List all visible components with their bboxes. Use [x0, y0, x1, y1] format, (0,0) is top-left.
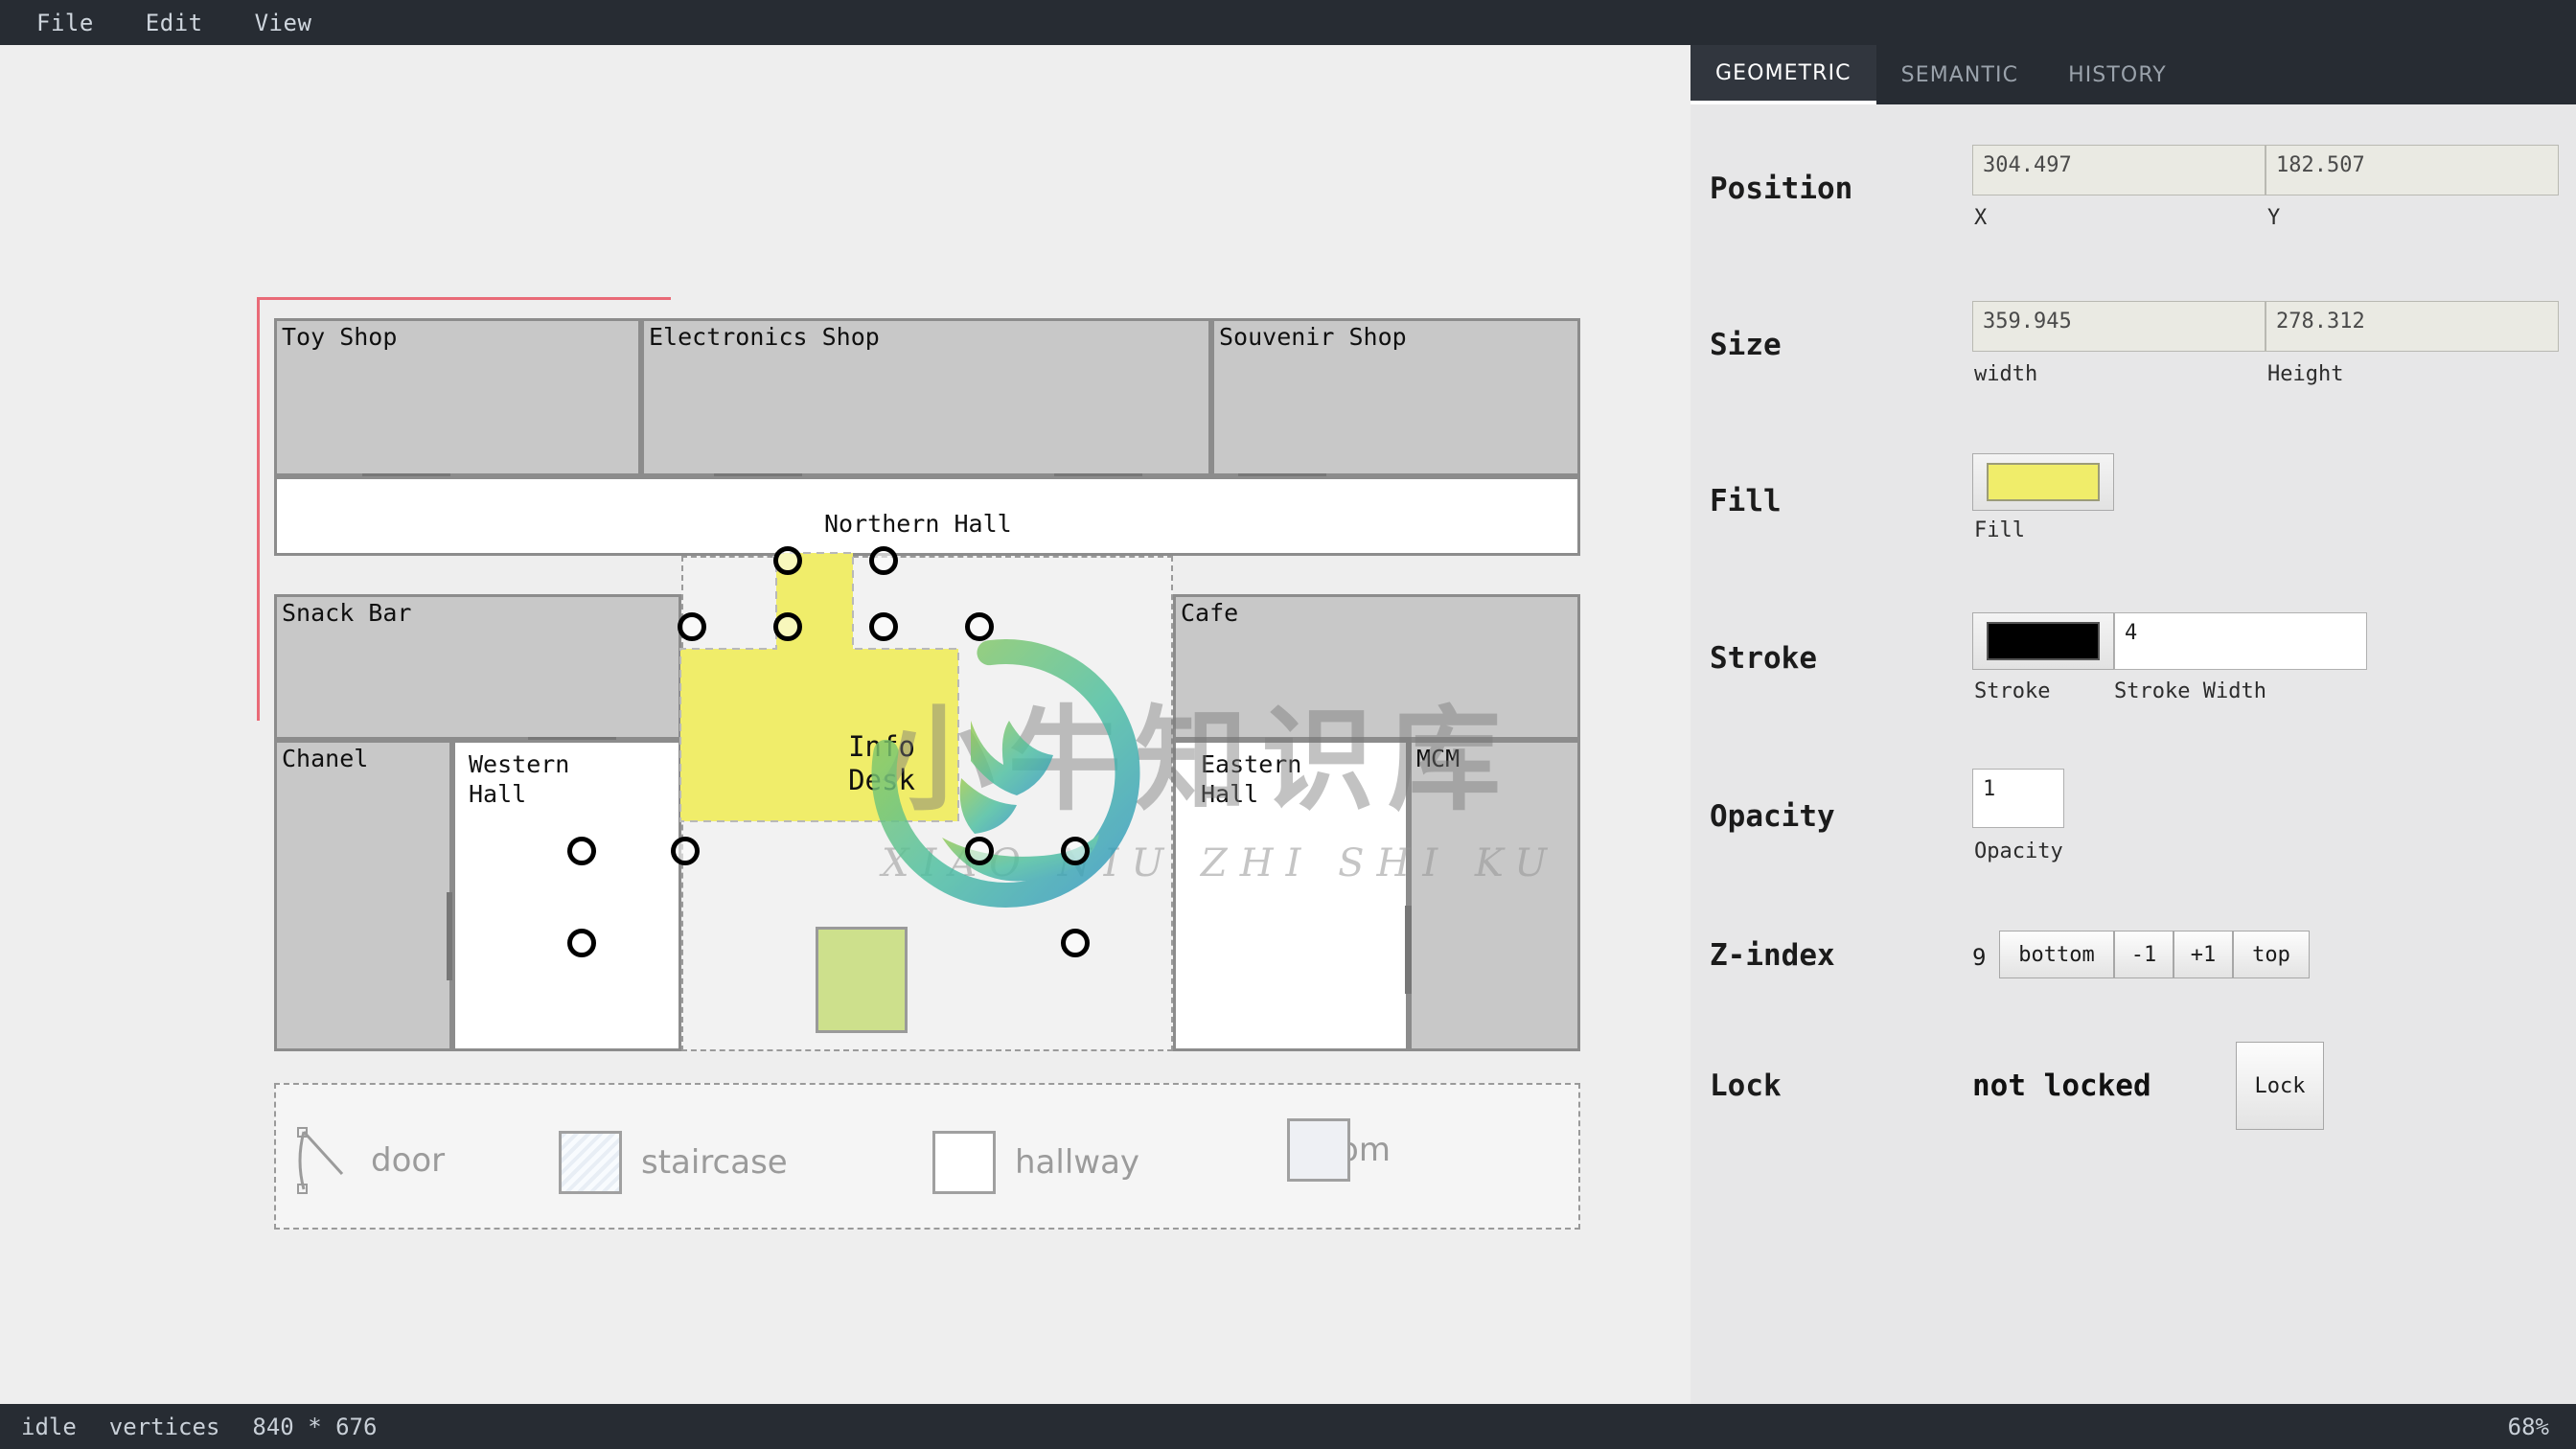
selection-handle-n1[interactable] [773, 546, 802, 575]
stroke-width-input[interactable]: 4 [2114, 612, 2367, 670]
menu-bar: File Edit View [0, 0, 2576, 45]
selection-handle-n2[interactable] [869, 546, 898, 575]
properties-panel: GEOMETRIC SEMANTIC HISTORY Position 304.… [1690, 45, 2576, 1404]
status-zoom-level: 68% [2507, 1413, 2549, 1440]
room-electronics-shop[interactable] [641, 318, 1211, 476]
legend-label-hallway: hallway [1015, 1143, 1140, 1182]
selection-handle-w2[interactable] [773, 612, 802, 641]
position-x-label: X [1974, 206, 1988, 230]
hall-eastern[interactable] [1173, 740, 1409, 1051]
stroke-color-swatch [1987, 622, 2100, 660]
lock-state-text: not locked [1972, 1069, 2151, 1103]
property-row-stroke: Stroke 4 Stroke Stroke Width [1690, 593, 2576, 703]
lock-button[interactable]: Lock [2236, 1042, 2324, 1130]
room-snack-bar[interactable] [274, 594, 681, 740]
selection-handle-sw[interactable] [567, 929, 596, 957]
selection-handle-se[interactable] [1061, 929, 1090, 957]
door-mcm [1405, 906, 1412, 994]
room-chanel[interactable] [274, 740, 452, 1051]
status-mode: idle [21, 1413, 77, 1440]
legend-label-staircase: staircase [641, 1143, 788, 1182]
size-height-label: Height [2267, 362, 2344, 386]
legend-item-room: room [1287, 1118, 1391, 1182]
selection-handle-sw-in[interactable] [671, 837, 700, 865]
fill-label: Fill [1974, 518, 2025, 542]
lock-title: Lock [1710, 1069, 1782, 1103]
opacity-input[interactable]: 1 [1972, 769, 2064, 828]
staircase-shape[interactable] [816, 927, 908, 1033]
stroke-label: Stroke [1974, 679, 2051, 703]
guide-line-top [257, 297, 671, 300]
legend-item-staircase: staircase [559, 1131, 788, 1194]
opacity-label: Opacity [1974, 840, 2063, 863]
tab-semantic[interactable]: SEMANTIC [1876, 45, 2043, 104]
hallway-swatch-icon [932, 1131, 996, 1194]
property-row-lock: Lock not locked Lock [1690, 1032, 2576, 1138]
door-arc-icon [297, 1127, 344, 1194]
property-row-size: Size 359.945 278.312 width Height [1690, 280, 2576, 386]
legend-label-door: door [371, 1141, 446, 1180]
selection-handle-e1[interactable] [965, 612, 994, 641]
tab-geometric[interactable]: GEOMETRIC [1690, 45, 1876, 104]
staircase-swatch-icon [559, 1131, 622, 1194]
status-dimensions: 840 * 676 [252, 1413, 378, 1440]
legend-item-hallway: hallway [932, 1131, 1139, 1194]
position-title: Position [1710, 172, 1853, 206]
property-row-opacity: Opacity 1 Opacity [1690, 751, 2576, 863]
zindex-top-button[interactable]: top [2233, 931, 2310, 978]
room-swatch-icon [1287, 1118, 1350, 1182]
room-cafe[interactable] [1173, 594, 1580, 740]
position-y-label: Y [2267, 206, 2281, 230]
menu-item-file[interactable]: File [36, 10, 94, 36]
property-row-zindex: Z-index 9 bottom -1 +1 top [1690, 909, 2576, 996]
zindex-decrement-button[interactable]: -1 [2114, 931, 2174, 978]
hall-western[interactable] [452, 740, 681, 1051]
opacity-title: Opacity [1710, 799, 1835, 834]
menu-item-edit[interactable]: Edit [146, 10, 203, 36]
tab-history[interactable]: HISTORY [2043, 45, 2192, 104]
stroke-width-label: Stroke Width [2114, 679, 2266, 703]
stroke-title: Stroke [1710, 641, 1817, 676]
property-row-position: Position 304.497 182.507 X Y [1690, 124, 2576, 230]
stroke-color-button[interactable] [1972, 612, 2114, 670]
position-x-input[interactable]: 304.497 [1972, 145, 2266, 196]
selection-handle-se-in[interactable] [965, 837, 994, 865]
property-row-fill: Fill Fill [1690, 436, 2576, 542]
panel-tabbar: GEOMETRIC SEMANTIC HISTORY [1690, 45, 2576, 104]
room-toy-shop[interactable] [274, 318, 641, 476]
zindex-bottom-button[interactable]: bottom [1999, 931, 2114, 978]
floorplan-canvas[interactable]: Toy Shop Electronics Shop Souvenir Shop … [0, 45, 1690, 1404]
fill-color-button[interactable] [1972, 453, 2114, 511]
room-souvenir-shop[interactable] [1211, 318, 1580, 476]
position-y-input[interactable]: 182.507 [2266, 145, 2559, 196]
size-width-label: width [1974, 362, 2038, 386]
selection-handle-e2[interactable] [869, 612, 898, 641]
size-height-input[interactable]: 278.312 [2266, 301, 2559, 352]
status-bar: idle vertices 840 * 676 68% [0, 1404, 2576, 1449]
zindex-title: Z-index [1710, 938, 1835, 973]
status-left-group: idle vertices 840 * 676 [0, 1414, 409, 1440]
fill-title: Fill [1710, 484, 1782, 518]
selection-handle-se-mid[interactable] [1061, 837, 1090, 865]
size-width-input[interactable]: 359.945 [1972, 301, 2266, 352]
zindex-increment-button[interactable]: +1 [2174, 931, 2233, 978]
guide-line-left [257, 297, 260, 721]
size-title: Size [1710, 328, 1782, 362]
fill-color-swatch [1987, 463, 2100, 501]
watermark-bull-logo-icon [871, 639, 1140, 908]
selection-handle-sw-mid[interactable] [567, 837, 596, 865]
selection-handle-w1[interactable] [678, 612, 706, 641]
status-metric-label: vertices [108, 1413, 220, 1440]
menu-item-view[interactable]: View [255, 10, 312, 36]
room-mcm[interactable] [1409, 740, 1580, 1051]
zindex-value: 9 [1972, 944, 1987, 971]
legend-item-door: door [292, 1126, 445, 1195]
